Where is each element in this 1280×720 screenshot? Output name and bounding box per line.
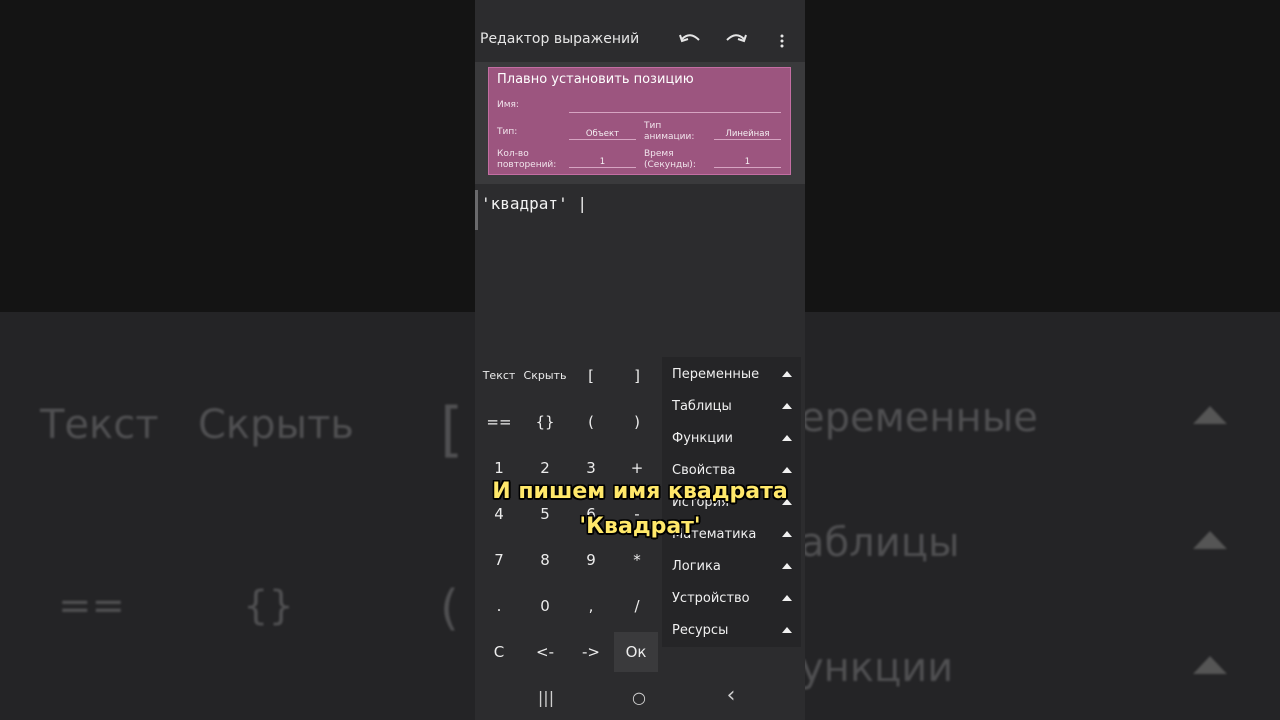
phone-screen: Редактор выражений Плавно установить поз… [475,0,805,720]
key-7[interactable]: 7 [476,540,522,580]
recent-apps-icon[interactable]: ||| [531,688,561,707]
key-left[interactable]: <- [522,632,568,672]
ok-button[interactable]: Ок [614,632,658,672]
key-8[interactable]: 8 [522,540,568,580]
bg-text-label: Текст [40,402,159,448]
block-area: Плавно установить позицию Имя: Тип: Объе… [475,62,805,184]
key-lparen[interactable]: ( [568,402,614,442]
key-lbracket[interactable]: [ [568,356,614,396]
bg-eq: == [58,583,126,629]
key-9[interactable]: 9 [568,540,614,580]
expression-editor[interactable]: 'квадрат' | [475,184,805,350]
block-title: Плавно установить позицию [497,72,694,87]
arrow-up-icon [782,595,792,601]
more-vert-icon[interactable] [768,26,796,54]
redo-icon[interactable] [722,26,750,54]
key-clear[interactable]: C [476,632,522,672]
page-title: Редактор выражений [480,31,640,47]
bg-vars: еременные [805,395,1038,441]
name-label: Имя: [497,100,519,110]
menu-item-device[interactable]: Устройство [662,582,801,614]
menu-item-tables[interactable]: Таблицы [662,390,801,422]
key-divide[interactable]: / [614,586,660,626]
key-0[interactable]: 0 [522,586,568,626]
background-left: Текст Скрыть [ == {} ( [0,0,475,720]
bg-hide-label: Скрыть [198,402,354,448]
subtitle-line-2: 'Квадрат' [579,514,701,539]
key-rbracket[interactable]: ] [614,356,660,396]
bg-funcs: ункции [805,645,954,691]
time-field[interactable]: 1 [714,157,781,168]
name-field[interactable] [569,102,781,113]
anim-type-label: Тип анимации: [644,121,695,142]
type-label: Тип: [497,127,518,137]
menu-item-logic[interactable]: Логика [662,550,801,582]
bg-paren: ( [440,580,459,636]
bg-bracket: [ [440,395,464,465]
system-nav-bar: ||| ○ ‹ [475,678,805,720]
subtitle-line-1: И пишем имя квадрата [492,479,788,504]
key-multiply[interactable]: * [614,540,660,580]
bg-braces: {} [243,583,294,629]
scrollbar[interactable] [475,190,478,230]
bg-arrow-up-icon [1193,406,1227,424]
key-right[interactable]: -> [568,632,614,672]
arrow-up-icon [782,467,792,473]
expression-input[interactable]: 'квадрат' | [481,194,587,213]
bg-arrow-up-icon [1193,656,1227,674]
undo-icon[interactable] [676,26,704,54]
bg-arrow-up-icon [1193,531,1227,549]
time-label: Время (Секунды): [644,149,696,170]
repeat-field[interactable]: 1 [569,157,636,168]
bg-tables: аблицы [805,520,960,566]
key-equals[interactable]: == [476,402,522,442]
app-bar: Редактор выражений [475,0,805,62]
background-right: еременные аблицы ункции [805,0,1280,720]
arrow-up-icon [782,563,792,569]
anim-type-field[interactable]: Линейная [714,129,781,140]
menu-item-functions[interactable]: Функции [662,422,801,454]
key-comma[interactable]: , [568,586,614,626]
key-rparen[interactable]: ) [614,402,660,442]
smooth-position-block[interactable]: Плавно установить позицию Имя: Тип: Объе… [488,67,791,175]
key-braces[interactable]: {} [522,402,568,442]
background-band [0,312,475,720]
back-icon[interactable]: ‹ [716,683,746,708]
arrow-up-icon [782,435,792,441]
key-dot[interactable]: . [476,586,522,626]
arrow-up-icon [782,627,792,633]
type-field[interactable]: Объект [569,129,636,140]
menu-item-variables[interactable]: Переменные [662,358,801,390]
arrow-up-icon [782,403,792,409]
arrow-up-icon [782,371,792,377]
key-text[interactable]: Текст [476,356,522,396]
menu-item-resources[interactable]: Ресурсы [662,614,801,646]
repeat-label: Кол-во повторений: [497,149,557,170]
key-hide[interactable]: Скрыть [522,356,568,396]
home-icon[interactable]: ○ [624,688,654,707]
